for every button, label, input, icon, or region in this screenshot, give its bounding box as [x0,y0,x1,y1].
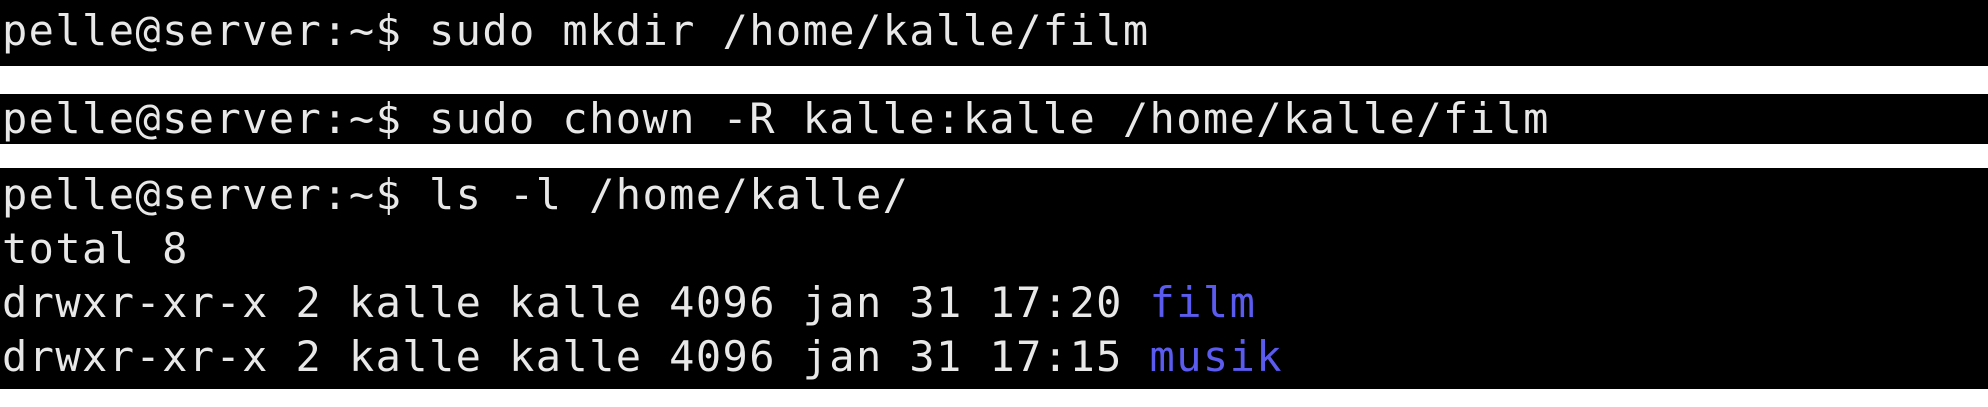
ls-entry-meta: drwxr-xr-x 2 kalle kalle 4096 jan 31 17:… [2,332,1150,381]
command-line: pelle@server:~$ sudo mkdir /home/kalle/f… [2,0,1988,58]
ls-entry-meta: drwxr-xr-x 2 kalle kalle 4096 jan 31 17:… [2,278,1150,327]
command-text: ls -l /home/kalle/ [428,170,910,219]
command-line: pelle@server:~$ sudo chown -R kalle:kall… [2,94,1988,144]
ls-entry-row: drwxr-xr-x 2 kalle kalle 4096 jan 31 17:… [2,276,1988,330]
shell-prompt: pelle@server:~$ [2,94,429,143]
shell-prompt: pelle@server:~$ [2,170,429,219]
command-line: pelle@server:~$ ls -l /home/kalle/ [2,168,1988,222]
command-text: sudo chown -R kalle:kalle /home/kalle/fi… [428,94,1550,143]
directory-name: musik [1149,332,1283,381]
terminal-block-chown: pelle@server:~$ sudo chown -R kalle:kall… [0,94,1988,144]
ls-total-line: total 8 [2,224,189,273]
command-text: sudo mkdir /home/kalle/film [428,6,1150,55]
terminal-block-mkdir: pelle@server:~$ sudo mkdir /home/kalle/f… [0,0,1988,66]
ls-entry-row: drwxr-xr-x 2 kalle kalle 4096 jan 31 17:… [2,330,1988,384]
directory-name: film [1149,278,1257,327]
terminal-block-ls: pelle@server:~$ ls -l /home/kalle/ total… [0,168,1988,389]
shell-prompt: pelle@server:~$ [2,6,429,55]
